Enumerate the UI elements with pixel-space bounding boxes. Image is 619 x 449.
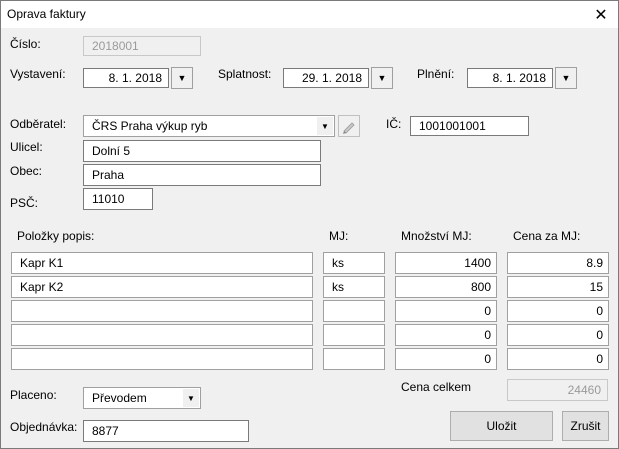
close-icon[interactable]: ✕	[584, 1, 618, 28]
chevron-down-icon[interactable]: ▼	[317, 117, 333, 135]
item-popis-cell[interactable]	[11, 348, 313, 370]
placeno-combo[interactable]: Převodem ▼	[83, 387, 201, 409]
cislo-field: 2018001	[83, 36, 201, 56]
odberatel-label: Odběratel:	[10, 117, 67, 131]
item-mnozstvi-cell[interactable]: 0	[395, 324, 497, 346]
item-mj-cell[interactable]	[323, 300, 385, 322]
title-bar: Oprava faktury ✕	[1, 1, 618, 28]
plneni-field[interactable]: 8. 1. 2018	[467, 68, 553, 88]
cena-celkem-label: Cena celkem	[401, 380, 472, 394]
item-mnozstvi-cell[interactable]: 0	[395, 348, 497, 370]
obec-label: Obec:	[10, 164, 43, 178]
psc-field[interactable]: 11010	[83, 188, 153, 210]
item-mj-cell[interactable]: ks	[323, 276, 385, 298]
item-mj-cell[interactable]	[323, 348, 385, 370]
objednavka-field[interactable]: 8877	[83, 420, 249, 442]
cena-celkem-field: 24460	[507, 379, 608, 401]
placeno-value: Převodem	[92, 391, 147, 405]
cena-header: Cena za MJ:	[513, 229, 581, 243]
item-cena-cell[interactable]: 8.9	[507, 252, 609, 274]
item-mj-cell[interactable]: ks	[323, 252, 385, 274]
item-popis-cell[interactable]: Kapr K1	[11, 252, 313, 274]
plneni-dropdown-icon[interactable]: ▼	[555, 67, 577, 89]
ic-label: IČ:	[386, 117, 402, 131]
placeno-label: Placeno:	[10, 388, 57, 402]
window-title: Oprava faktury	[7, 7, 86, 21]
ulice-field[interactable]: Dolní 5	[83, 140, 321, 162]
item-mnozstvi-cell[interactable]: 0	[395, 300, 497, 322]
vystaveni-label: Vystavení:	[10, 67, 66, 81]
ulice-label: Ulicel:	[10, 140, 43, 154]
splatnost-label: Splatnost:	[218, 67, 272, 81]
ic-field[interactable]: 1001001001	[410, 116, 529, 136]
vystaveni-dropdown-icon[interactable]: ▼	[171, 67, 193, 89]
mnozstvi-header: Množství MJ:	[401, 229, 472, 243]
popis-header: Položky popis:	[17, 229, 95, 243]
item-cena-cell[interactable]: 0	[507, 348, 609, 370]
splatnost-field[interactable]: 29. 1. 2018	[283, 68, 369, 88]
item-popis-cell[interactable]: Kapr K2	[11, 276, 313, 298]
invoice-dialog: Oprava faktury ✕ Číslo: 2018001 Vystaven…	[0, 0, 619, 449]
item-cena-cell[interactable]: 0	[507, 300, 609, 322]
odberatel-value: ČRS Praha výkup ryb	[92, 119, 208, 133]
item-popis-cell[interactable]	[11, 300, 313, 322]
obec-field[interactable]: Praha	[83, 164, 321, 186]
mj-header: MJ:	[329, 229, 349, 243]
odberatel-combo[interactable]: ČRS Praha výkup ryb ▼	[83, 115, 335, 137]
splatnost-dropdown-icon[interactable]: ▼	[371, 67, 393, 89]
item-mnozstvi-cell[interactable]: 800	[395, 276, 497, 298]
plneni-label: Plnění:	[417, 67, 455, 81]
cancel-button[interactable]: Zrušit	[562, 411, 609, 441]
save-button[interactable]: Uložit	[450, 411, 553, 441]
item-cena-cell[interactable]: 0	[507, 324, 609, 346]
cislo-label: Číslo:	[10, 37, 41, 51]
item-mnozstvi-cell[interactable]: 1400	[395, 252, 497, 274]
item-mj-cell[interactable]	[323, 324, 385, 346]
item-popis-cell[interactable]	[11, 324, 313, 346]
pen-icon[interactable]	[338, 115, 360, 137]
psc-label: PSČ:	[10, 196, 39, 210]
vystaveni-field[interactable]: 8. 1. 2018	[83, 68, 169, 88]
objednavka-label: Objednávka:	[10, 420, 78, 434]
chevron-down-icon[interactable]: ▼	[183, 389, 199, 407]
item-cena-cell[interactable]: 15	[507, 276, 609, 298]
